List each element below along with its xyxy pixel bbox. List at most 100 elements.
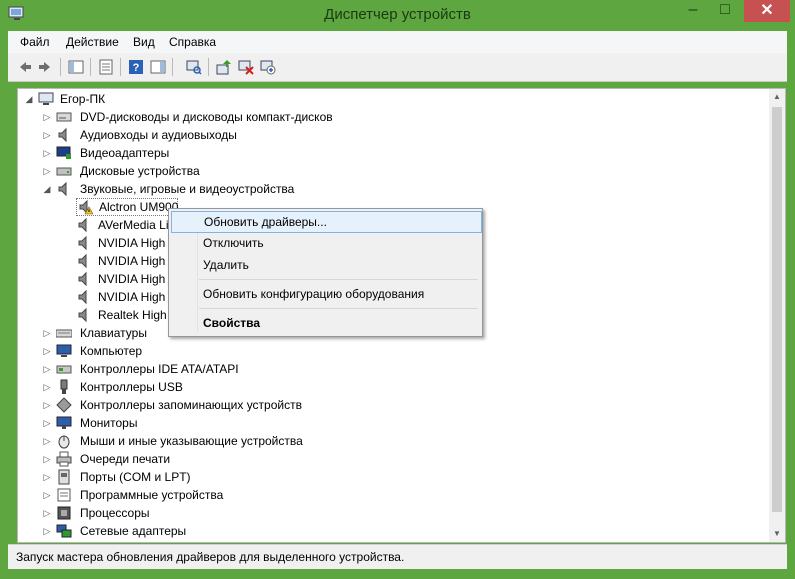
expand-arrow-icon[interactable]: ▷ (42, 450, 52, 468)
menu-file[interactable]: Файл (20, 35, 50, 49)
context-disable[interactable]: Отключить (171, 233, 480, 253)
printer-icon (56, 451, 72, 467)
expand-arrow-icon[interactable]: ▷ (42, 108, 52, 126)
dvd-drive-icon (56, 112, 72, 122)
toolbar-separator (208, 58, 209, 76)
scan-hardware-icon[interactable] (184, 57, 204, 77)
collapse-arrow-icon[interactable]: ◢ (24, 90, 34, 108)
minimize-button[interactable]: – (678, 0, 708, 22)
context-separator (199, 279, 478, 280)
tree-device-label: AVerMedia Li (98, 218, 169, 232)
tree-category-processors[interactable]: ▷ Процессоры (42, 504, 762, 522)
tree-category-print-queues[interactable]: ▷ Очереди печати (42, 450, 762, 468)
context-item-label: Обновить конфигурацию оборудования (203, 287, 425, 301)
tree-device[interactable]: NVIDIA High (76, 270, 176, 288)
tree-category-monitors[interactable]: ▷ Мониторы (42, 414, 762, 432)
expand-arrow-icon[interactable]: ▷ (42, 522, 52, 540)
expand-arrow-icon[interactable]: ▷ (42, 414, 52, 432)
context-item-label: Отключить (203, 236, 264, 250)
warning-speaker-icon (79, 199, 93, 215)
tree-category-audio-io[interactable]: ▷ Аудиовходы и аудиовыходы (42, 126, 762, 144)
context-uninstall[interactable]: Удалить (171, 255, 480, 275)
mouse-icon (58, 435, 70, 449)
tree-device[interactable]: NVIDIA High (76, 234, 176, 252)
maximize-button[interactable]: □ (710, 0, 740, 22)
tree-category-usb[interactable]: ▷ Контроллеры USB (42, 378, 762, 396)
context-properties[interactable]: Свойства (171, 313, 480, 333)
tree-category-mice[interactable]: ▷ Мыши и иные указывающие устройства (42, 432, 762, 450)
forward-icon[interactable] (36, 57, 56, 77)
expand-arrow-icon[interactable]: ▷ (42, 486, 52, 504)
tree-category-computer[interactable]: ▷ Компьютер (42, 342, 762, 360)
context-item-label: Свойства (203, 316, 261, 330)
expand-arrow-icon[interactable]: ▷ (42, 144, 52, 162)
expand-arrow-icon[interactable]: ▷ (42, 360, 52, 378)
scroll-down-icon[interactable]: ▼ (769, 526, 785, 542)
context-update-driver[interactable]: Обновить драйверы... (171, 211, 482, 233)
help-icon[interactable]: ? (126, 57, 146, 77)
scroll-thumb[interactable] (772, 107, 782, 512)
toolbar-separator (60, 58, 61, 76)
keyboard-icon (56, 329, 72, 338)
tree-category-ports[interactable]: ▷ Порты (COM и LPT) (42, 468, 762, 486)
expand-arrow-icon[interactable]: ▷ (42, 432, 52, 450)
menu-view[interactable]: Вид (133, 35, 155, 49)
back-icon[interactable] (14, 57, 34, 77)
context-scan-hardware[interactable]: Обновить конфигурацию оборудования (171, 284, 480, 304)
expand-arrow-icon[interactable]: ▷ (42, 396, 52, 414)
vertical-scrollbar[interactable]: ▲ ▼ (769, 88, 786, 543)
tree-category-label: Контроллеры запоминающих устройств (80, 398, 302, 412)
collapse-arrow-icon[interactable]: ◢ (42, 180, 52, 198)
menu-help[interactable]: Справка (169, 35, 216, 49)
menu-action[interactable]: Действие (66, 35, 119, 49)
speaker-icon (58, 127, 67, 143)
expand-arrow-icon[interactable]: ▷ (42, 162, 52, 180)
close-button[interactable]: ✕ (744, 0, 790, 22)
display-adapter-icon (56, 146, 71, 159)
tree-category-display[interactable]: ▷ Видеоадаптеры (42, 144, 762, 162)
tree-category-storage[interactable]: ▷ Контроллеры запоминающих устройств (42, 396, 762, 414)
title-bar[interactable]: Диспетчер устройств – □ ✕ (0, 0, 795, 31)
scroll-up-icon[interactable]: ▲ (769, 89, 785, 105)
ide-controller-icon (56, 365, 72, 374)
tree-category-label: Видеоадаптеры (80, 146, 170, 160)
tree-category-sound[interactable]: ◢ Звуковые, игровые и видеоустройства (42, 180, 762, 198)
tree-category-software[interactable]: ▷ Программные устройства (42, 486, 762, 504)
update-driver-icon[interactable] (214, 57, 234, 77)
tree-root[interactable]: ◢ Егор-ПК (22, 90, 762, 108)
expand-arrow-icon[interactable]: ▷ (42, 126, 52, 144)
tree-device[interactable]: NVIDIA High (76, 252, 176, 270)
tree-device-selected[interactable]: Alctron UM900 (76, 198, 178, 216)
enable-device-icon[interactable] (258, 57, 278, 77)
uninstall-device-icon[interactable] (236, 57, 256, 77)
speaker-icon (78, 307, 87, 323)
tree-category-label: Мониторы (80, 416, 138, 430)
expand-arrow-icon[interactable]: ▷ (42, 324, 52, 342)
properties-icon[interactable] (96, 57, 116, 77)
toolbar-separator (172, 58, 173, 76)
tree-category-dvd[interactable]: ▷ DVD-дисководы и дисководы компакт-диск… (42, 108, 762, 126)
expand-arrow-icon[interactable]: ▷ (42, 504, 52, 522)
tree-device[interactable]: AVerMedia Li (76, 216, 176, 234)
computer-icon (38, 92, 54, 105)
tree-root-label: Егор-ПК (60, 92, 106, 106)
tree-category-disks[interactable]: ▷ Дисковые устройства (42, 162, 762, 180)
action-pane-icon[interactable] (148, 57, 168, 77)
tree-category-label: Мыши и иные указывающие устройства (80, 434, 303, 448)
speaker-icon (58, 181, 67, 197)
context-menu: Обновить драйверы... Отключить Удалить О… (168, 208, 483, 337)
show-hide-console-tree-icon[interactable] (66, 57, 86, 77)
expand-arrow-icon[interactable]: ▷ (42, 468, 52, 486)
tree-category-ide[interactable]: ▷ Контроллеры IDE ATA/ATAPI (42, 360, 762, 378)
network-adapter-icon (56, 524, 72, 538)
tree-category-label: Клавиатуры (80, 326, 147, 340)
tree-category-label: Процессоры (80, 506, 150, 520)
tree-device[interactable]: NVIDIA High (76, 288, 176, 306)
context-separator (199, 308, 478, 309)
tree-device[interactable]: Realtek High (76, 306, 176, 324)
expand-arrow-icon[interactable]: ▷ (42, 342, 52, 360)
menu-bar: Файл Действие Вид Справка (8, 31, 787, 54)
speaker-icon (78, 235, 87, 251)
expand-arrow-icon[interactable]: ▷ (42, 378, 52, 396)
tree-category-network[interactable]: ▷ Сетевые адаптеры (42, 522, 762, 540)
